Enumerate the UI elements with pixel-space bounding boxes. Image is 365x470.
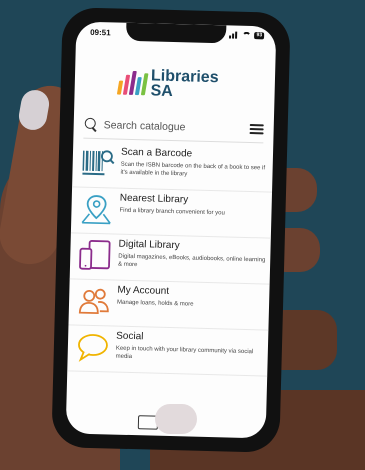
barcode-scan-icon <box>82 150 115 176</box>
menu-item-social[interactable]: Social Keep in touch with your library c… <box>67 325 269 377</box>
libraries-sa-logo: Libraries SA <box>116 63 219 106</box>
menu-item-title: Scan a Barcode <box>120 146 193 160</box>
devices-icon <box>79 240 111 270</box>
menu-item-desc: Find a library branch convenient for you <box>119 207 225 217</box>
hamburger-menu-icon[interactable] <box>249 124 264 135</box>
notch <box>125 22 227 44</box>
users-icon <box>78 288 109 315</box>
menu-item-my-account[interactable]: My Account Manage loans, holds & more <box>68 279 270 331</box>
menu-item-title: Digital Library <box>118 238 180 252</box>
wifi-icon <box>242 31 252 40</box>
menu-item-desc: Manage loans, holds & more <box>117 299 194 308</box>
logo-mark <box>116 70 149 96</box>
location-pin-icon <box>81 195 111 225</box>
status-time: 09:51 <box>90 27 111 38</box>
menu-item-title: Nearest Library <box>119 192 189 206</box>
search-bar <box>79 114 268 141</box>
menu-item-title: Social <box>116 330 144 343</box>
battery-icon: 93 <box>254 32 265 40</box>
menu-item-nearest-library[interactable]: Nearest Library Find a library branch co… <box>70 187 273 239</box>
menu-item-desc: Digital magazines, eBooks, audiobooks, o… <box>117 253 266 269</box>
search-icon[interactable] <box>79 114 102 137</box>
status-icons: 93 <box>229 31 265 40</box>
menu-list: Scan a Barcode Scan the ISBN barcode on … <box>67 141 274 377</box>
menu-item-digital-library[interactable]: Digital Library Digital magazines, eBook… <box>69 233 271 285</box>
phone: 09:51 93 Libraries SA Search catalogue S… <box>51 7 291 453</box>
menu-item-title: My Account <box>117 284 170 297</box>
search-input[interactable] <box>101 115 250 140</box>
menu-item-desc: Scan the ISBN barcode on the back of a b… <box>120 161 266 178</box>
app-screen: 09:51 93 Libraries SA Search catalogue S… <box>65 21 277 439</box>
signal-icon <box>229 31 239 39</box>
menu-item-scan-barcode[interactable]: Scan a Barcode Scan the ISBN barcode on … <box>72 141 274 193</box>
chat-bubble-icon <box>78 334 108 362</box>
logo-line2: SA <box>150 82 174 100</box>
menu-item-desc: Keep in touch with your library communit… <box>115 345 254 361</box>
finger-nail <box>155 404 197 434</box>
logo-text: Libraries SA <box>150 67 218 100</box>
